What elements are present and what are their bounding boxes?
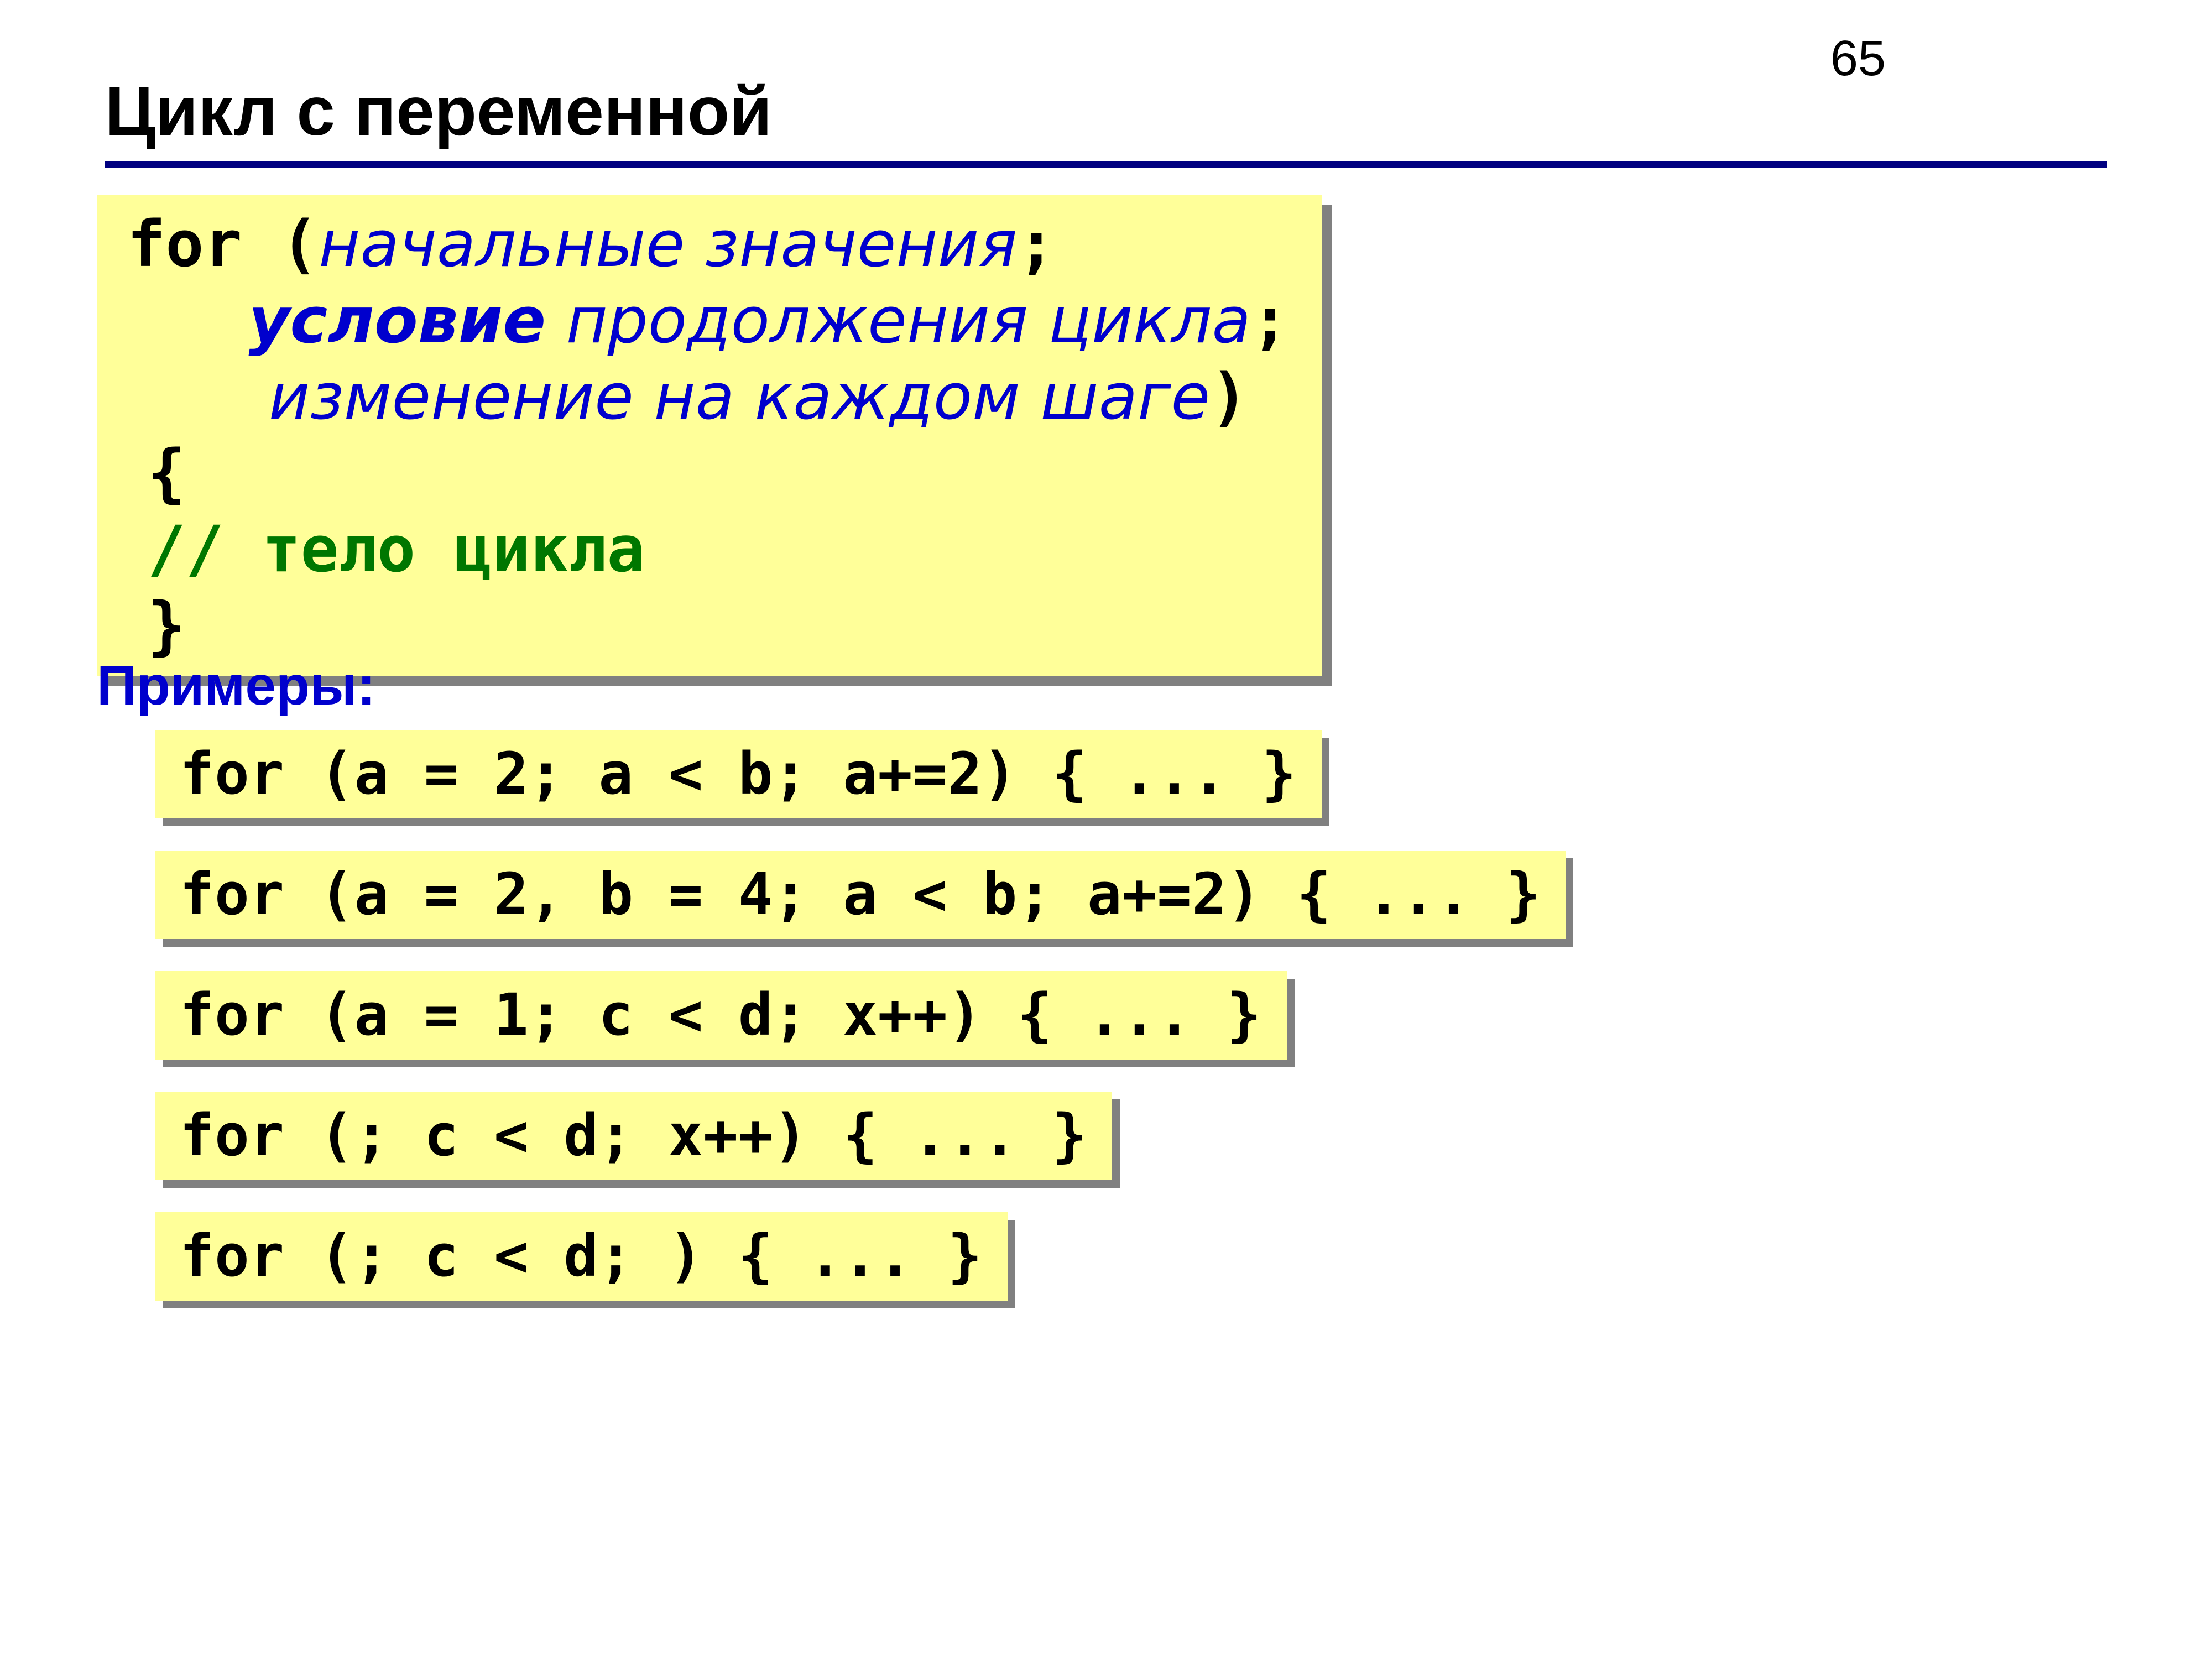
title-rule (105, 161, 2107, 168)
rparen: ) (1210, 360, 1248, 434)
cond-bold: условие (248, 284, 546, 358)
semi1: ; (1017, 207, 1055, 281)
syntax-box: for (начальные значения; условие продолж… (97, 195, 1322, 676)
step-text: изменение на каждом шаге (269, 360, 1210, 434)
init-text: начальные значения (319, 207, 1017, 281)
page-number: 65 (1830, 30, 1886, 87)
examples-wrap: for (a = 2; a < b; a+=2) { ... } for (a … (155, 730, 2107, 1333)
lbrace: { (148, 436, 186, 510)
example-row: for (a = 1; c < d; x++) { ... } (155, 971, 1287, 1060)
lparen: ( (280, 207, 319, 281)
semi2: ; (1251, 284, 1289, 358)
kw-for: for (127, 207, 280, 281)
comment-line: // тело цикла (148, 513, 645, 587)
example-row: for (; c < d; x++) { ... } (155, 1092, 1112, 1180)
example-row: for (; c < d; ) { ... } (155, 1212, 1008, 1301)
slide: 65 Цикл с переменной for (начальные знач… (0, 0, 2212, 1659)
example-row: for (a = 2, b = 4; a < b; a+=2) { ... } (155, 851, 1566, 939)
rbrace: } (148, 589, 186, 663)
slide-title: Цикл с переменной (105, 72, 2107, 151)
cond-rest: продолжения цикла (546, 284, 1251, 358)
example-row: for (a = 2; a < b; a+=2) { ... } (155, 730, 1322, 818)
